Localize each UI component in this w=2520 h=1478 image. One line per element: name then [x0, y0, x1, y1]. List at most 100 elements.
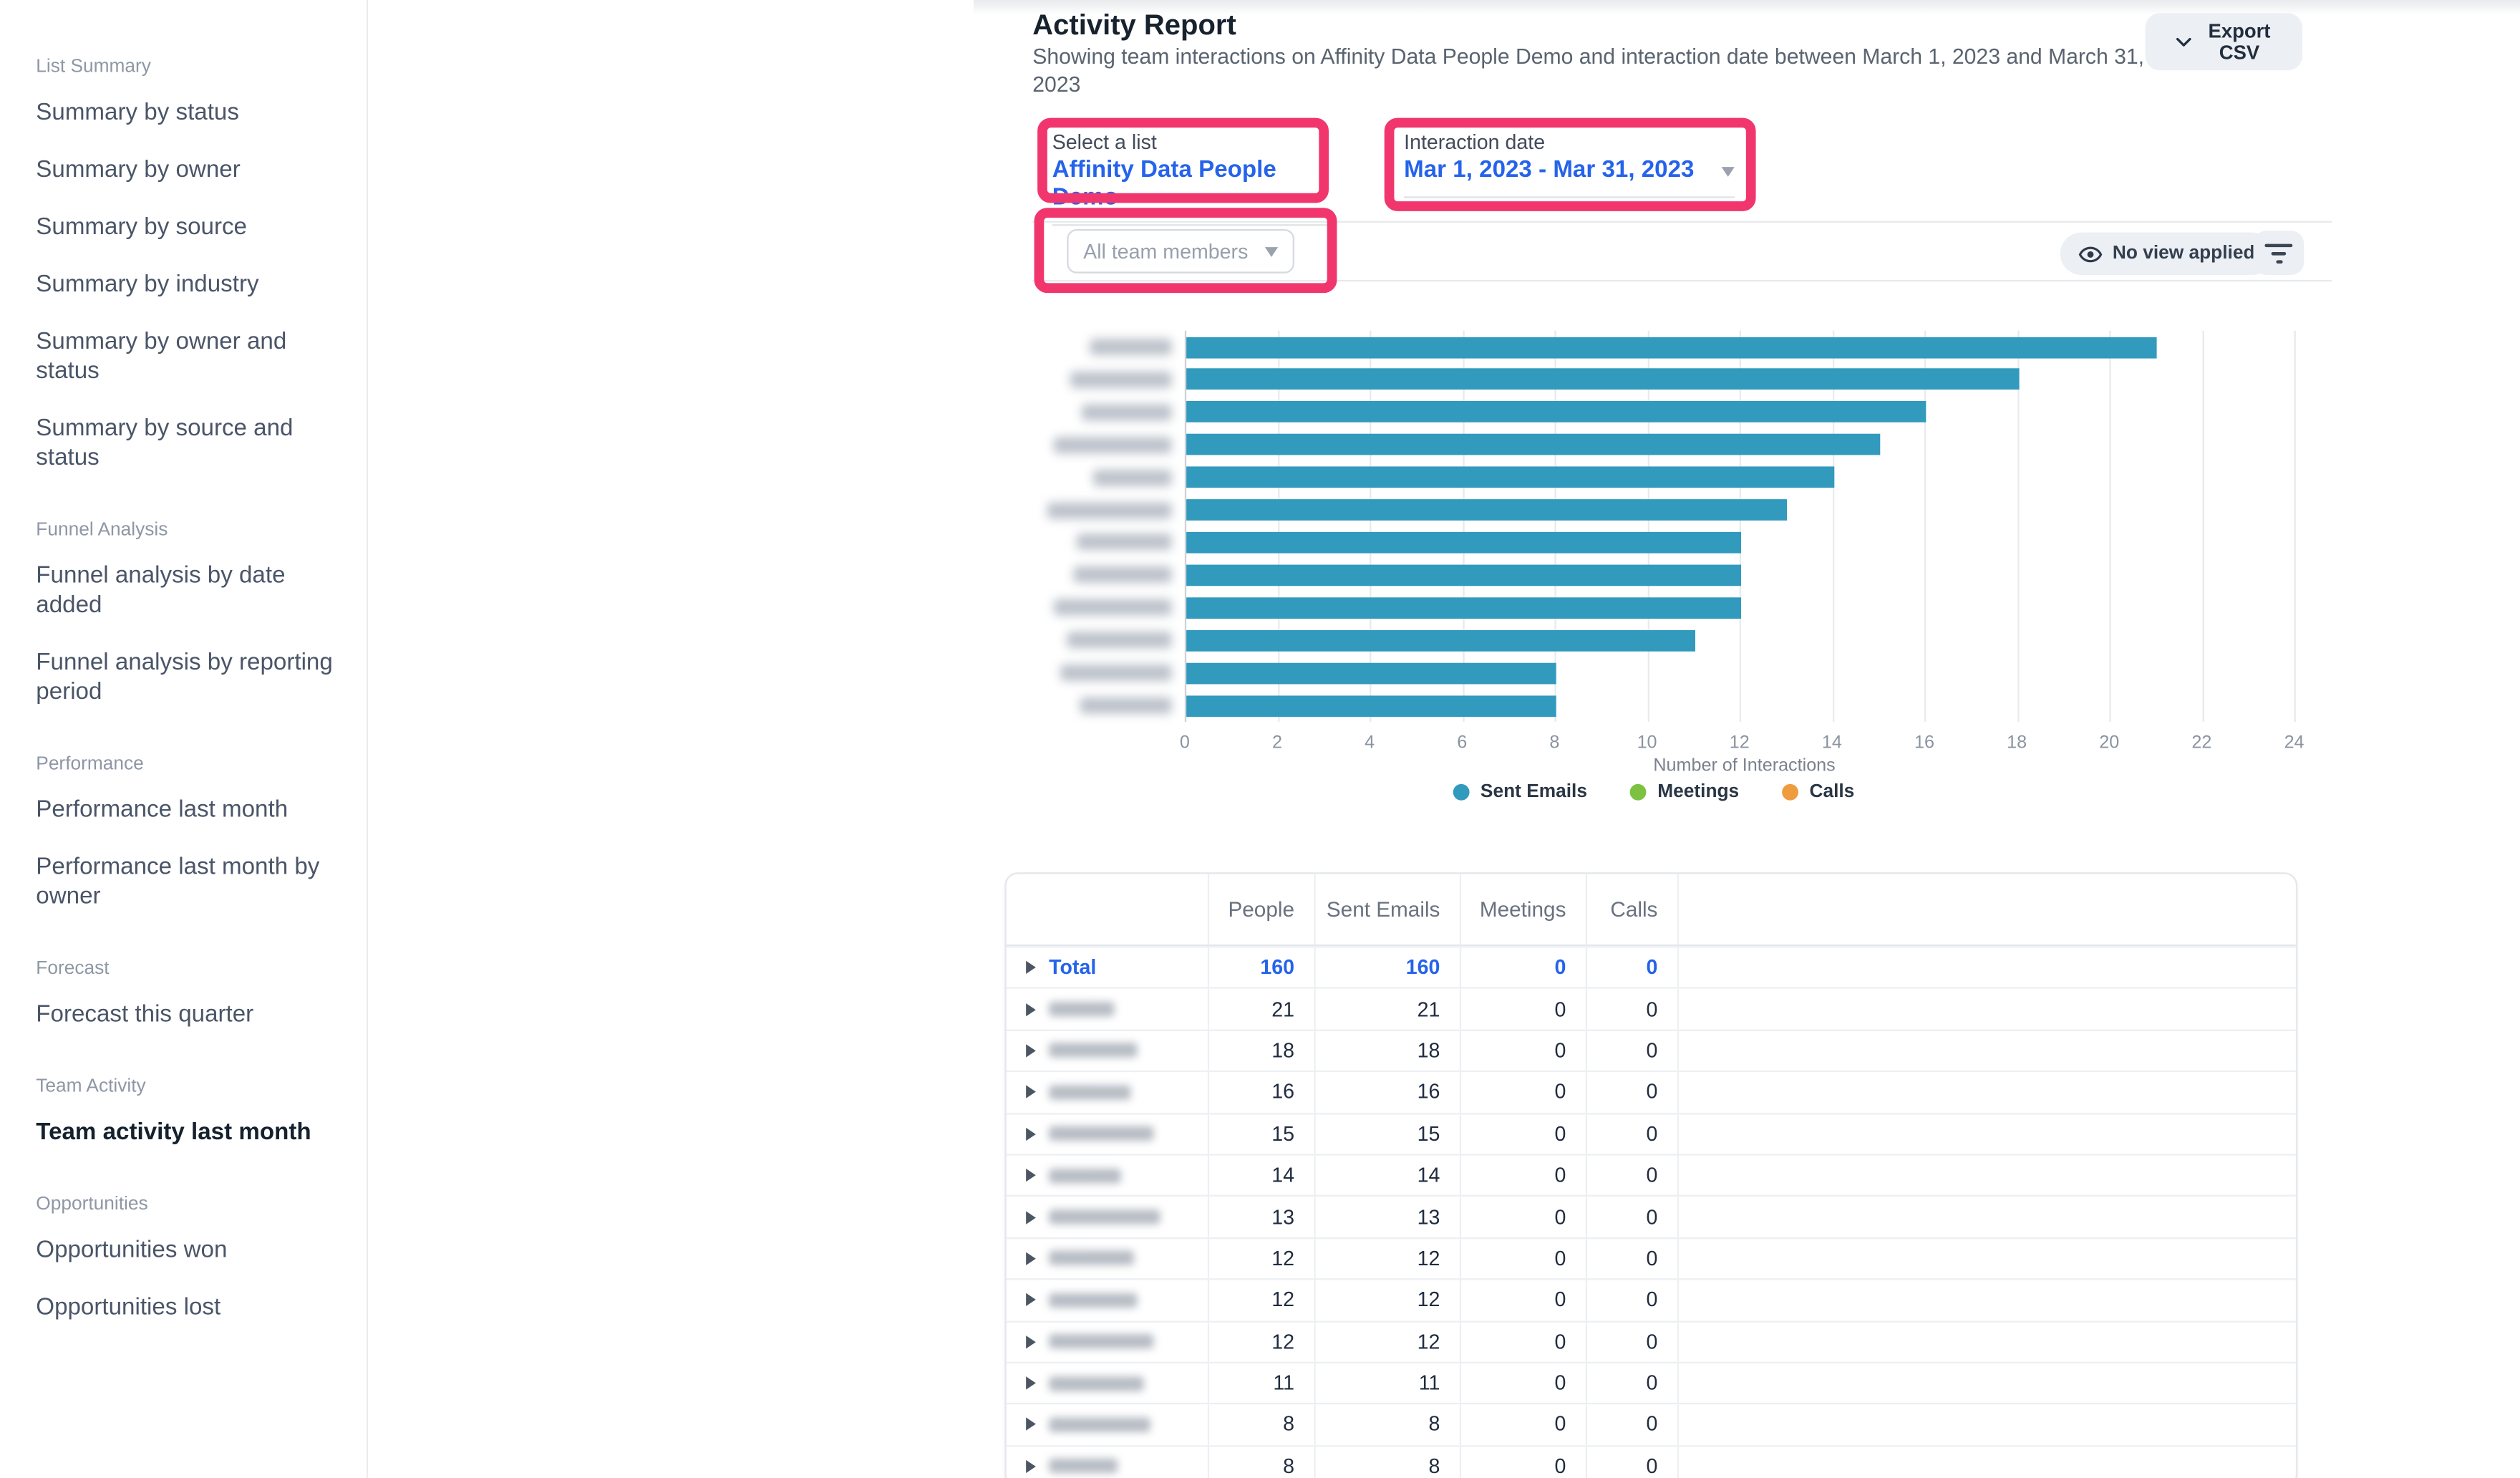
value-cell: 8 [1209, 1405, 1316, 1445]
legend-item-sent-emails: Sent Emails [1453, 783, 1587, 802]
x-tick-label: 12 [1730, 733, 1750, 753]
row-expander-icon[interactable] [1026, 1460, 1036, 1473]
row-expander-icon[interactable] [1026, 1127, 1036, 1140]
value-cell: 160 [1316, 947, 1461, 987]
sidebar-item-funnel-analysis-by-reporting-period[interactable]: Funnel analysis by reporting period [36, 648, 344, 707]
chart-bar-sent-emails[interactable] [1186, 434, 1880, 455]
table-row[interactable]: 121200 [1007, 1237, 2296, 1278]
value-cell: 15 [1209, 1114, 1316, 1154]
chart-bar-sent-emails[interactable] [1186, 597, 1741, 619]
activity-report-page: List SummarySummary by statusSummary by … [0, 0, 2520, 1478]
chart-bar-sent-emails[interactable] [1186, 467, 1833, 488]
name-cell [1007, 1239, 1209, 1279]
blurred-name [1077, 534, 1172, 551]
y-axis-label-blurred [1004, 559, 1171, 591]
x-tick-label: 14 [1822, 733, 1842, 753]
row-expander-icon[interactable] [1026, 1293, 1036, 1306]
table-row[interactable]: 8800 [1007, 1445, 2296, 1478]
export-csv-button[interactable]: Export CSV [2146, 13, 2302, 70]
chevron-down-icon [2172, 31, 2194, 52]
blurred-name [1082, 404, 1172, 420]
chart-bar-sent-emails[interactable] [1186, 695, 1556, 717]
value-cell: 16 [1209, 1073, 1316, 1113]
name-cell [1007, 1322, 1209, 1362]
row-expander-icon[interactable] [1026, 1335, 1036, 1348]
chart-bar-sent-emails[interactable] [1186, 337, 2157, 358]
name-cell [1007, 1405, 1209, 1445]
sidebar-item-summary-by-owner-and-status[interactable]: Summary by owner and status [36, 327, 344, 386]
table-row[interactable]: 161600 [1007, 1071, 2296, 1112]
table-row[interactable]: 141400 [1007, 1154, 2296, 1195]
interaction-date-select[interactable]: Interaction date Mar 1, 2023 - Mar 31, 2… [1404, 131, 1735, 198]
row-expander-icon[interactable] [1026, 961, 1036, 974]
name-cell [1007, 1446, 1209, 1478]
table-row[interactable]: 151500 [1007, 1112, 2296, 1154]
sidebar-group: List SummarySummary by statusSummary by … [36, 56, 344, 473]
total-row-label[interactable]: Total [1049, 956, 1096, 979]
sidebar-item-performance-last-month-by-owner[interactable]: Performance last month by owner [36, 853, 344, 912]
blurred-name [1073, 567, 1171, 584]
chart-bar-sent-emails[interactable] [1186, 629, 1695, 651]
table-row[interactable]: 8800 [1007, 1404, 2296, 1445]
row-expander-icon[interactable] [1026, 1252, 1036, 1265]
sidebar-item-summary-by-status[interactable]: Summary by status [36, 98, 344, 127]
x-axis-title: Number of Interactions [1185, 756, 2304, 776]
sidebar-item-team-activity-last-month[interactable]: Team activity last month [36, 1118, 344, 1147]
value-cell: 8 [1209, 1446, 1316, 1478]
list-select[interactable]: Select a list Affinity Data People Demo [1052, 131, 1331, 226]
filter-button[interactable] [2253, 231, 2304, 275]
table-row[interactable]: 181800 [1007, 1029, 2296, 1071]
name-cell: Total [1007, 947, 1209, 987]
row-expander-icon[interactable] [1026, 1210, 1036, 1223]
y-axis-label-blurred [1004, 624, 1171, 657]
table-row-total[interactable]: Total16016000 [1007, 946, 2296, 987]
no-view-applied-button[interactable]: No view applied [2060, 233, 2273, 275]
chart-bar-sent-emails[interactable] [1186, 499, 1787, 521]
table-row[interactable]: 121200 [1007, 1278, 2296, 1320]
sidebar-item-summary-by-source-and-status[interactable]: Summary by source and status [36, 414, 344, 473]
sidebar-item-summary-by-industry[interactable]: Summary by industry [36, 270, 344, 299]
chart-bar-sent-emails[interactable] [1186, 532, 1741, 554]
sidebar-item-funnel-analysis-by-date-added[interactable]: Funnel analysis by date added [36, 561, 344, 620]
sidebar-group: Opportunities Opportunities won Opportunit… [36, 1193, 344, 1323]
blurred-name [1054, 599, 1172, 616]
list-select-value: Affinity Data People Demo [1052, 157, 1331, 213]
value-cell: 13 [1209, 1197, 1316, 1237]
sidebar-group-label: Opportunities [36, 1193, 344, 1216]
sidebar-item-forecast-this-quarter[interactable]: Forecast this quarter [36, 1000, 344, 1030]
empty-cell [1679, 947, 2296, 987]
value-cell: 13 [1316, 1197, 1461, 1237]
value-cell: 0 [1461, 947, 1587, 987]
value-cell: 14 [1209, 1156, 1316, 1196]
sidebar-item-opportunities-lost[interactable]: Opportunities lost [36, 1293, 344, 1323]
eye-icon [2078, 241, 2103, 266]
value-cell: 0 [1587, 1156, 1679, 1196]
blurred-name [1060, 665, 1171, 681]
table-row[interactable]: 121200 [1007, 1320, 2296, 1361]
row-expander-icon[interactable] [1026, 1377, 1036, 1390]
chart-bar-sent-emails[interactable] [1186, 369, 2018, 390]
table-row[interactable]: 131300 [1007, 1195, 2296, 1237]
sidebar-item-performance-last-month[interactable]: Performance last month [36, 796, 344, 825]
chart-bar-sent-emails[interactable] [1186, 662, 1556, 684]
chart-bar-sent-emails[interactable] [1186, 564, 1741, 586]
x-tick-label: 8 [1549, 733, 1559, 753]
team-members-select[interactable]: All team members [1067, 229, 1294, 274]
sidebar-item-summary-by-owner[interactable]: Summary by owner [36, 155, 344, 185]
value-cell: 12 [1209, 1239, 1316, 1279]
legend-label: Sent Emails [1480, 783, 1587, 802]
grid-line [2201, 331, 2203, 722]
sidebar-item-opportunities-won[interactable]: Opportunities won [36, 1236, 344, 1265]
sidebar-item-summary-by-source[interactable]: Summary by source [36, 213, 344, 242]
table-row[interactable]: 111100 [1007, 1362, 2296, 1404]
row-expander-icon[interactable] [1026, 1169, 1036, 1182]
x-tick-label: 0 [1180, 733, 1190, 753]
y-axis-label-blurred [1004, 657, 1171, 690]
table-row[interactable]: 212100 [1007, 987, 2296, 1029]
row-expander-icon[interactable] [1026, 1044, 1036, 1057]
row-expander-icon[interactable] [1026, 1086, 1036, 1098]
chart-bar-sent-emails[interactable] [1186, 402, 1926, 423]
row-expander-icon[interactable] [1026, 1003, 1036, 1015]
sidebar-group-label: Funnel Analysis [36, 519, 344, 542]
row-expander-icon[interactable] [1026, 1419, 1036, 1431]
